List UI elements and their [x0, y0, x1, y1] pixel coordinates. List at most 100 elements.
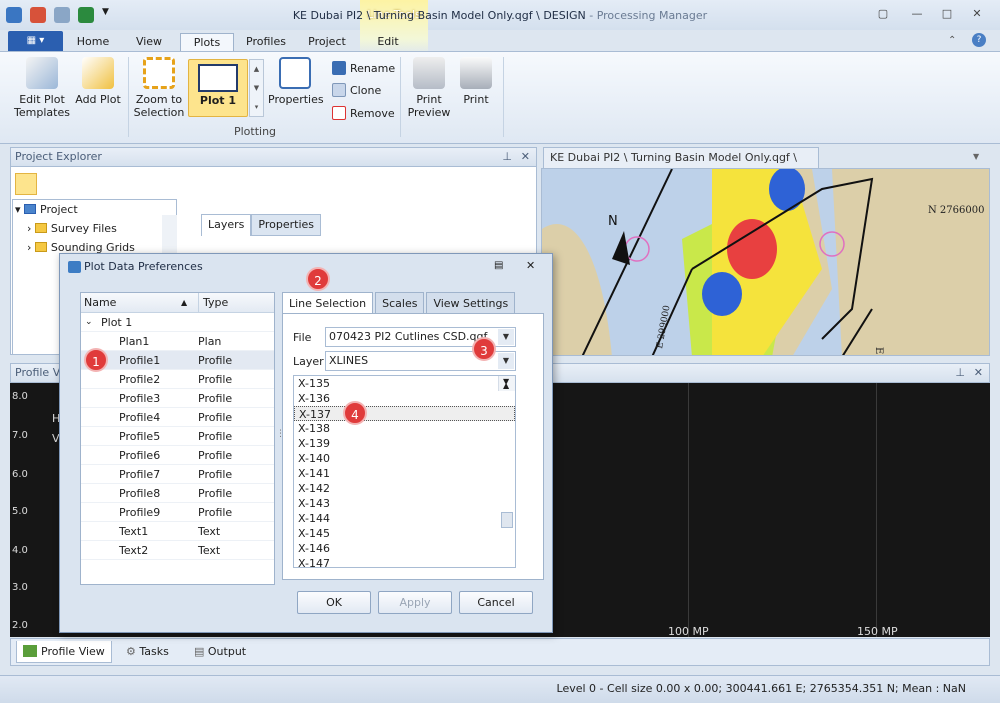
help-icon[interactable]: ?: [972, 33, 986, 47]
line-item[interactable]: X-144: [294, 511, 515, 526]
item-name: Text1: [119, 525, 149, 538]
chevron-down-icon[interactable]: ▼: [498, 353, 514, 369]
cancel-button[interactable]: Cancel: [459, 591, 533, 614]
tab-output[interactable]: ▤ Output: [188, 641, 252, 663]
zoom-to-selection-button[interactable]: Zoom to Selection: [133, 57, 185, 119]
list-item-selected[interactable]: Profile1 Profile: [81, 351, 274, 370]
copy-icon: [332, 83, 346, 97]
line-item-highlighted[interactable]: X-137: [294, 406, 515, 421]
printer-icon: [460, 57, 492, 89]
properties-button[interactable]: Properties: [268, 57, 324, 106]
edit-plot-templates-button[interactable]: Edit Plot Templates: [14, 57, 70, 119]
list-item[interactable]: Text2 Text: [81, 541, 274, 560]
chevron-down-icon[interactable]: ▼: [498, 329, 514, 345]
gallery-scroll[interactable]: ▲ ▼ ▾: [249, 59, 264, 117]
remove-button[interactable]: Remove: [332, 104, 395, 122]
line-item[interactable]: X-135: [294, 376, 515, 391]
group-label: Plot 1: [101, 316, 133, 329]
tab-home[interactable]: Home: [70, 33, 116, 52]
tree-item-project[interactable]: ▾ Project: [13, 200, 176, 219]
print-label: Print: [463, 93, 489, 106]
line-item[interactable]: X-139: [294, 436, 515, 451]
add-plot-button[interactable]: Add Plot: [74, 57, 122, 106]
print-preview-icon: [413, 57, 445, 89]
print-button[interactable]: Print: [456, 57, 496, 106]
tab-profile-view[interactable]: Profile View: [16, 641, 112, 663]
zoom-selection-icon: [143, 57, 175, 89]
layer-label: Layer: [293, 355, 324, 368]
list-item[interactable]: Profile8 Profile: [81, 484, 274, 503]
tab-layers[interactable]: Layers: [201, 214, 252, 236]
dialog-close-icon[interactable]: ✕: [526, 259, 535, 272]
restore-icon[interactable]: ▢: [876, 8, 890, 20]
tab-plots[interactable]: Plots: [180, 33, 234, 52]
list-item[interactable]: Profile2 Profile: [81, 370, 274, 389]
line-item[interactable]: X-143: [294, 496, 515, 511]
map-view[interactable]: N N 2766000 E 299000 E 300000: [541, 168, 990, 356]
list-item[interactable]: Profile5 Profile: [81, 427, 274, 446]
list-item[interactable]: Profile6 Profile: [81, 446, 274, 465]
line-item[interactable]: X-145: [294, 526, 515, 541]
rename-button[interactable]: Rename: [332, 59, 395, 77]
tab-line-selection[interactable]: Line Selection: [282, 292, 374, 314]
list-item[interactable]: Profile4 Profile: [81, 408, 274, 427]
scroll-thumb[interactable]: [501, 512, 513, 528]
clone-button[interactable]: Clone: [332, 81, 381, 99]
properties-label: Properties: [268, 93, 324, 106]
map-document-tab[interactable]: KE Dubai PI2 \ Turning Basin Model Only.…: [543, 147, 819, 184]
document-dropdown-icon[interactable]: ▼: [973, 152, 979, 161]
plot-items-list: Name ▲ Type ⌄ Plot 1 Plan1 Plan Profile1 Pr…: [80, 292, 275, 585]
item-name: Text2: [119, 544, 149, 557]
list-item[interactable]: Profile9 Profile: [81, 503, 274, 522]
line-list-scrollbar[interactable]: ▲ ▼: [498, 376, 515, 528]
tab-properties[interactable]: Properties: [251, 214, 321, 236]
tab-project[interactable]: Project: [302, 33, 352, 52]
chart-icon: [23, 645, 37, 657]
explorer-toolbar-icon[interactable]: [15, 173, 37, 195]
list-item[interactable]: Plan1 Plan: [81, 332, 274, 351]
group-row-plot1[interactable]: ⌄ Plot 1: [81, 313, 274, 332]
tab-view-settings[interactable]: View Settings: [426, 292, 516, 314]
list-item[interactable]: Profile7 Profile: [81, 465, 274, 484]
tab-tasks[interactable]: ⚙ Tasks: [120, 641, 175, 663]
coord-label-east-1: E 299000: [655, 304, 672, 349]
dialog-options-icon[interactable]: ▤: [494, 260, 503, 271]
line-item[interactable]: X-138: [294, 421, 515, 436]
file-menu-button[interactable]: ▦ ▾: [8, 31, 63, 51]
pin-icon[interactable]: ⊥: [955, 364, 965, 382]
remove-label: Remove: [350, 106, 395, 120]
close-panel-icon[interactable]: ✕: [974, 364, 983, 382]
tree-item-survey-files[interactable]: › Survey Files: [13, 219, 176, 238]
list-item[interactable]: Profile3 Profile: [81, 389, 274, 408]
line-item[interactable]: X-136: [294, 391, 515, 406]
tab-scales[interactable]: Scales: [375, 292, 425, 314]
apply-button[interactable]: Apply: [378, 591, 452, 614]
close-icon[interactable]: ✕: [970, 8, 984, 20]
plot1-label: Plot 1: [199, 94, 237, 107]
collapse-ribbon-icon[interactable]: ⌃: [948, 35, 956, 46]
line-item[interactable]: X-141: [294, 466, 515, 481]
item-name: Plan1: [119, 335, 150, 348]
minimize-icon[interactable]: —: [910, 8, 924, 20]
print-preview-button[interactable]: Print Preview: [405, 57, 453, 119]
line-item[interactable]: X-146: [294, 541, 515, 556]
tab-edit[interactable]: Edit: [368, 33, 408, 52]
line-item[interactable]: X-147: [294, 556, 515, 567]
tab-profiles[interactable]: Profiles: [240, 33, 292, 52]
close-panel-icon[interactable]: ✕: [521, 148, 530, 166]
maximize-icon[interactable]: □: [940, 8, 954, 20]
ok-button[interactable]: OK: [297, 591, 371, 614]
item-type: Profile: [198, 449, 233, 462]
plot1-gallery-item[interactable]: Plot 1: [188, 59, 248, 117]
line-item[interactable]: X-142: [294, 481, 515, 496]
line-list[interactable]: X-135 X-136 X-137 X-138 X-139 X-140 X-14…: [293, 375, 516, 568]
land-area: [832, 169, 989, 355]
layer-select-value: XLINES: [329, 354, 369, 367]
list-item[interactable]: Text1 Text: [81, 522, 274, 541]
scroll-down-icon[interactable]: ▼: [503, 376, 509, 389]
column-header-type[interactable]: Type: [198, 293, 228, 312]
pin-icon[interactable]: ⊥: [502, 148, 512, 166]
tab-view[interactable]: View: [128, 33, 170, 52]
line-item[interactable]: X-140: [294, 451, 515, 466]
column-header-name[interactable]: Name: [84, 293, 116, 312]
